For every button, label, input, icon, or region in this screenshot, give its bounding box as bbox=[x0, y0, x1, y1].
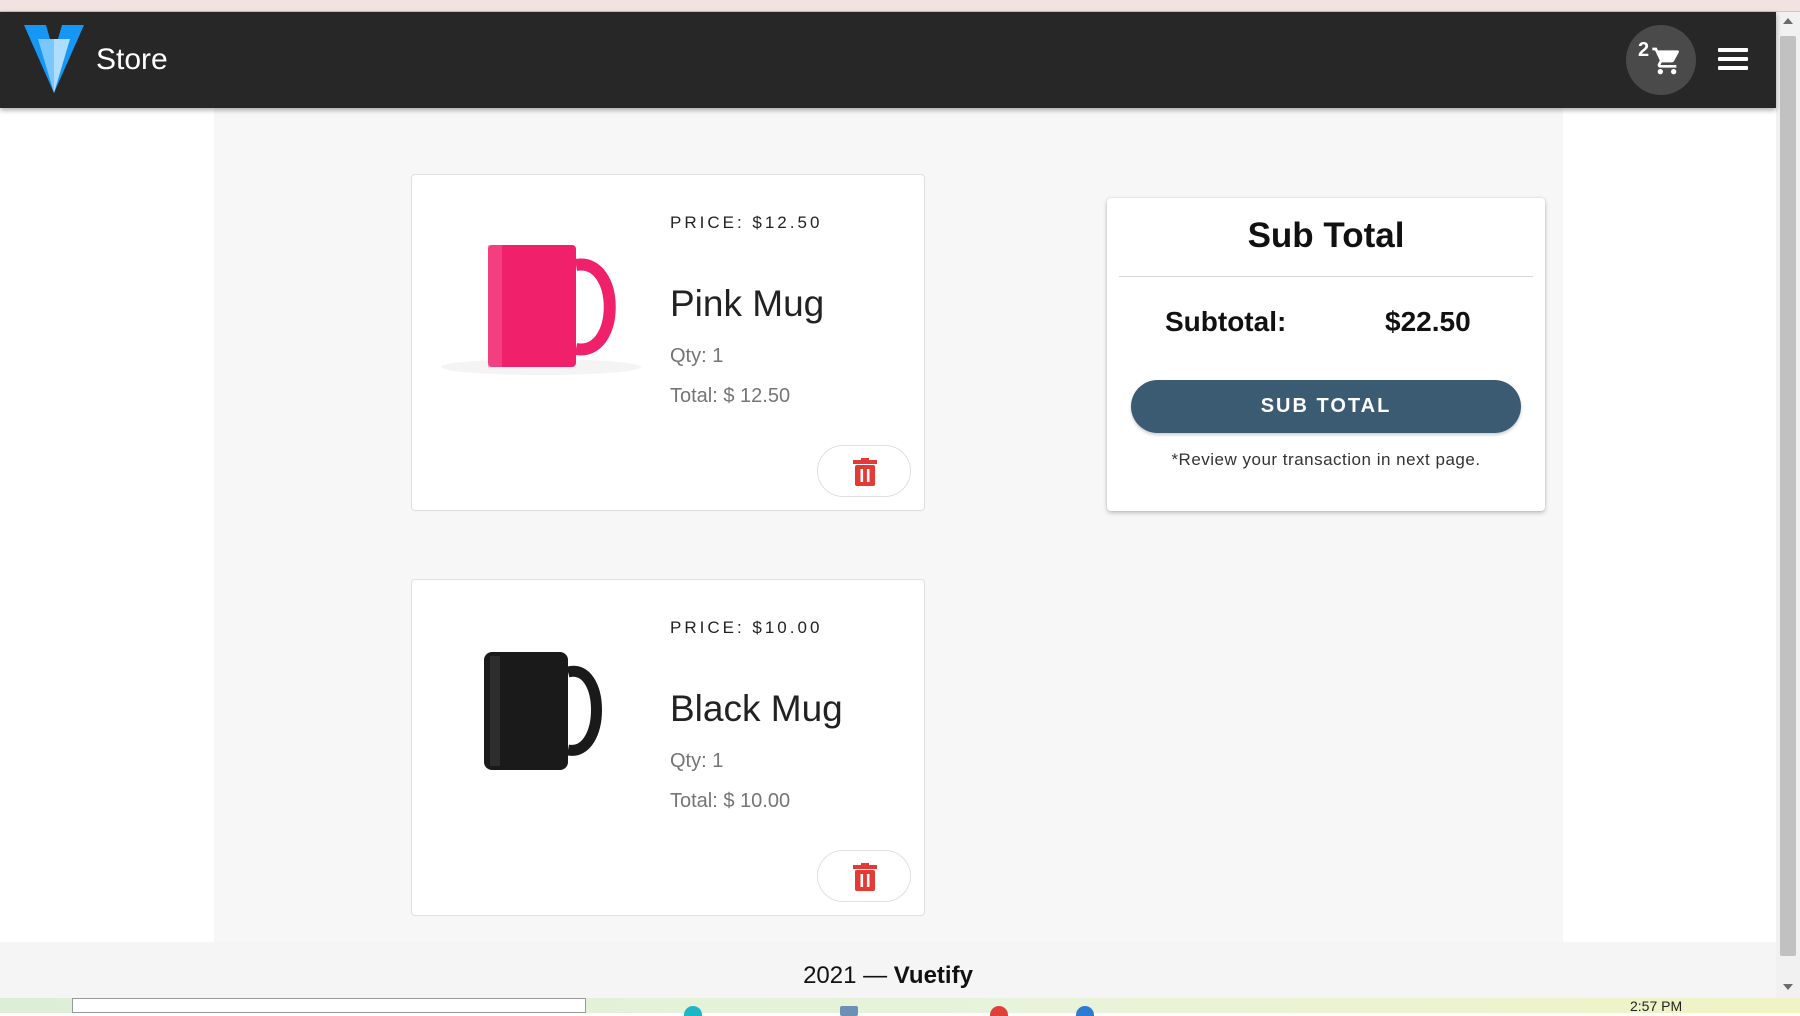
pink-mug-image bbox=[441, 245, 641, 375]
cart-icon bbox=[1652, 47, 1680, 75]
footer-brand: Vuetify bbox=[893, 962, 973, 989]
cart-item-card: PRICE: $12.50 Pink Mug Qty: 1 Total: $ 1… bbox=[411, 174, 925, 511]
taskbar-search-input[interactable] bbox=[72, 998, 586, 1013]
footer: 2021 — Vuetify bbox=[0, 942, 1776, 998]
product-name: Pink Mug bbox=[670, 283, 825, 324]
browser-top-strip bbox=[0, 0, 1800, 12]
price-label: PRICE: $12.50 bbox=[670, 213, 823, 232]
taskbar-app-icon[interactable] bbox=[1076, 1006, 1094, 1016]
taskbar-clock: 2:57 PM bbox=[1630, 998, 1683, 1014]
menu-icon-bar bbox=[1718, 57, 1748, 61]
black-mug-image bbox=[484, 652, 602, 770]
delete-item-button[interactable] bbox=[817, 850, 911, 902]
subtotal-value: $22.50 bbox=[1385, 306, 1471, 337]
scroll-thumb[interactable] bbox=[1780, 36, 1796, 956]
app-bar: Store 2 bbox=[0, 12, 1776, 108]
quantity-text: Qty: 1 bbox=[670, 750, 724, 772]
app-title[interactable]: Store bbox=[96, 43, 168, 77]
vertical-scrollbar[interactable] bbox=[1776, 12, 1800, 998]
subtotal-card: Sub Total Subtotal: $22.50 SUB TOTAL *Re… bbox=[1107, 198, 1545, 511]
item-total-text: Total: $ 12.50 bbox=[670, 385, 791, 407]
cart-button[interactable]: 2 bbox=[1626, 25, 1696, 95]
sub-total-button[interactable]: SUB TOTAL bbox=[1131, 380, 1521, 433]
divider bbox=[1119, 276, 1533, 277]
subtotal-card-title: Sub Total bbox=[1247, 216, 1405, 255]
scroll-up-arrow-icon[interactable] bbox=[1783, 18, 1793, 24]
review-note: *Review your transaction in next page. bbox=[1171, 450, 1481, 469]
trash-icon bbox=[853, 863, 877, 891]
cart-count-badge: 2 bbox=[1638, 39, 1650, 61]
taskbar-app-icon[interactable] bbox=[840, 1006, 858, 1016]
scroll-down-arrow-icon[interactable] bbox=[1783, 984, 1793, 990]
item-total-text: Total: $ 10.00 bbox=[670, 790, 791, 812]
menu-icon-bar bbox=[1718, 66, 1748, 70]
menu-icon-bar bbox=[1718, 48, 1748, 52]
trash-icon bbox=[853, 458, 877, 486]
vuetify-logo-icon[interactable] bbox=[24, 25, 84, 93]
taskbar-app-icon[interactable] bbox=[990, 1006, 1008, 1016]
footer-text: 2021 — Vuetify bbox=[0, 962, 1776, 990]
os-taskbar: 2:57 PM bbox=[0, 998, 1800, 1016]
cart-item-card: PRICE: $10.00 Black Mug Qty: 1 Total: $ … bbox=[411, 579, 925, 916]
footer-year: 2021 — bbox=[803, 962, 888, 989]
subtotal-label: Subtotal: bbox=[1165, 306, 1287, 337]
quantity-text: Qty: 1 bbox=[670, 345, 724, 367]
product-name: Black Mug bbox=[670, 688, 843, 729]
price-label: PRICE: $10.00 bbox=[670, 618, 823, 637]
taskbar-app-icon[interactable] bbox=[684, 1006, 702, 1016]
menu-button[interactable] bbox=[1716, 44, 1750, 74]
delete-item-button[interactable] bbox=[817, 445, 911, 497]
